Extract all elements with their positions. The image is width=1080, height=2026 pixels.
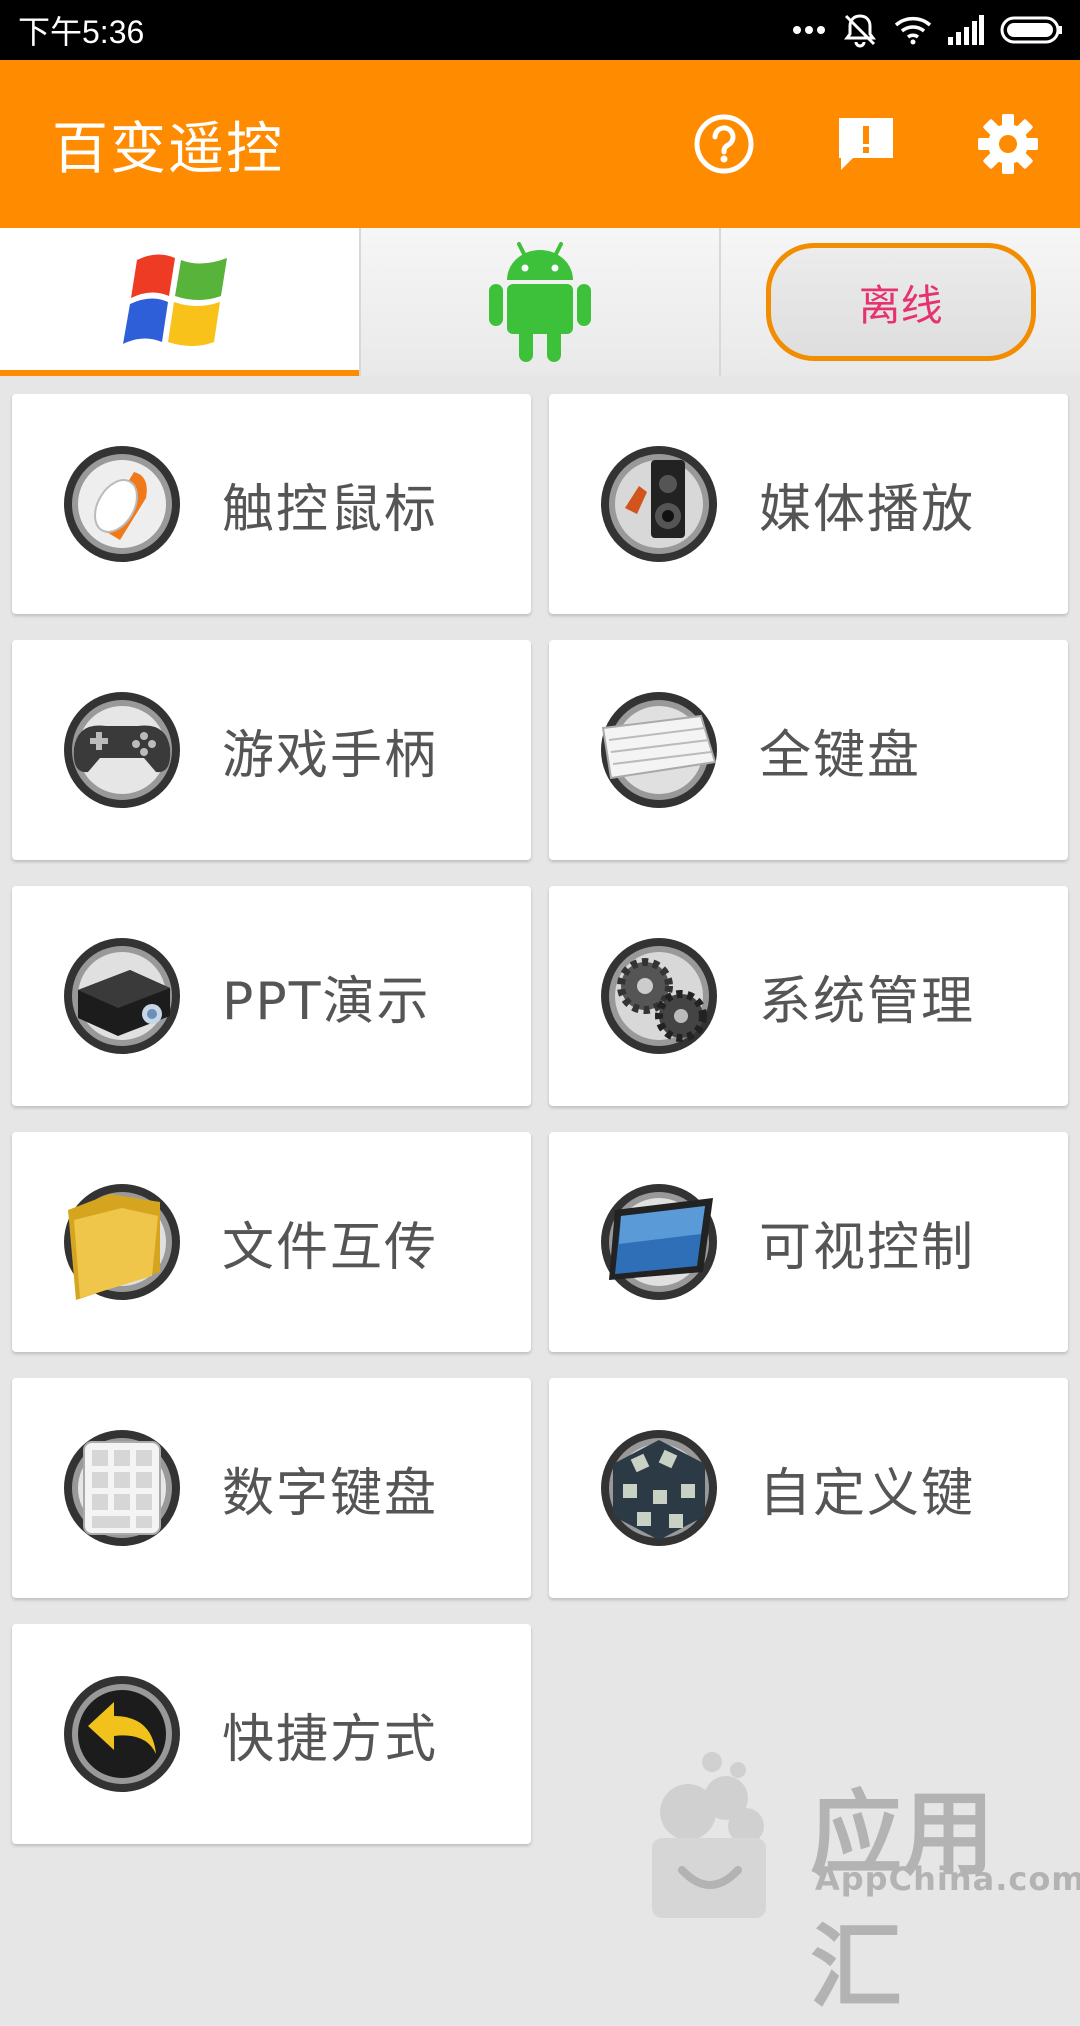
tab-windows[interactable] [0, 228, 361, 376]
app-bar: 百变遥控 [0, 60, 1080, 228]
feedback-icon [839, 118, 893, 170]
media-player-icon [601, 446, 717, 562]
appchina-logo-icon [652, 1752, 766, 1918]
wifi-icon [894, 17, 932, 45]
watermark-site: AppChina.com [815, 1860, 1080, 1898]
card-full-keyboard[interactable]: 全键盘 [549, 640, 1068, 860]
offline-label: 离线 [858, 280, 943, 330]
folder-icon [64, 1184, 180, 1300]
card-label: 媒体播放 [759, 479, 976, 540]
app-actions [692, 112, 1040, 176]
card-visual-control[interactable]: 可视控制 [549, 1132, 1068, 1352]
keyboard-icon [601, 692, 717, 808]
card-numeric-keypad[interactable]: 数字键盘 [12, 1378, 531, 1598]
offline-button[interactable]: 离线 [765, 243, 1036, 361]
windows-logo-icon [123, 254, 228, 346]
gears-icon [601, 938, 717, 1054]
card-touch-mouse[interactable]: 触控鼠标 [12, 394, 531, 614]
function-grid: 触控鼠标 媒体播放 游戏手柄 全键盘 PPT演示 系统管理 文件互传 可视控制 … [12, 394, 1068, 1844]
battery-icon [1000, 16, 1062, 44]
tab-connection-status: 离线 [721, 228, 1080, 376]
card-label: 全键盘 [759, 725, 922, 786]
tab-android[interactable] [360, 228, 722, 376]
mouse-icon [64, 446, 180, 562]
gear-icon [978, 114, 1038, 174]
status-time: 下午5:36 [18, 14, 145, 50]
card-label: 游戏手柄 [222, 725, 439, 786]
card-system-management[interactable]: 系统管理 [549, 886, 1068, 1106]
more-dots-icon [793, 26, 825, 34]
feedback-button[interactable] [834, 112, 898, 176]
status-icons [792, 12, 1064, 48]
card-label: 快捷方式 [222, 1709, 439, 1770]
card-label: 数字键盘 [222, 1463, 439, 1524]
shortcut-arrow-icon [64, 1676, 180, 1792]
signal-icon [948, 15, 984, 45]
help-icon [694, 114, 754, 174]
card-shortcuts[interactable]: 快捷方式 [12, 1624, 531, 1844]
android-logo-icon [489, 242, 591, 362]
settings-button[interactable] [976, 112, 1040, 176]
device-tabs: 离线 [0, 228, 1080, 376]
card-label: PPT演示 [222, 971, 431, 1032]
card-file-transfer[interactable]: 文件互传 [12, 1132, 531, 1352]
card-label: 自定义键 [759, 1463, 976, 1524]
card-label: 触控鼠标 [222, 479, 439, 540]
cube-icon [601, 1430, 717, 1546]
card-ppt-presentation[interactable]: PPT演示 [12, 886, 531, 1106]
app-title: 百变遥控 [52, 116, 284, 182]
card-label: 文件互传 [222, 1217, 439, 1278]
card-label: 可视控制 [759, 1217, 976, 1278]
screen-icon [601, 1184, 717, 1300]
bell-muted-icon [844, 14, 876, 48]
card-media-player[interactable]: 媒体播放 [549, 394, 1068, 614]
projector-icon [64, 938, 180, 1054]
gamepad-icon [64, 692, 180, 808]
card-gamepad[interactable]: 游戏手柄 [12, 640, 531, 860]
card-custom-keys[interactable]: 自定义键 [549, 1378, 1068, 1598]
status-bar: 下午5:36 [0, 0, 1080, 60]
appchina-watermark: 应用汇 AppChina.com [640, 1740, 1080, 2021]
numpad-icon [64, 1430, 180, 1546]
help-button[interactable] [692, 112, 756, 176]
card-label: 系统管理 [759, 971, 976, 1032]
